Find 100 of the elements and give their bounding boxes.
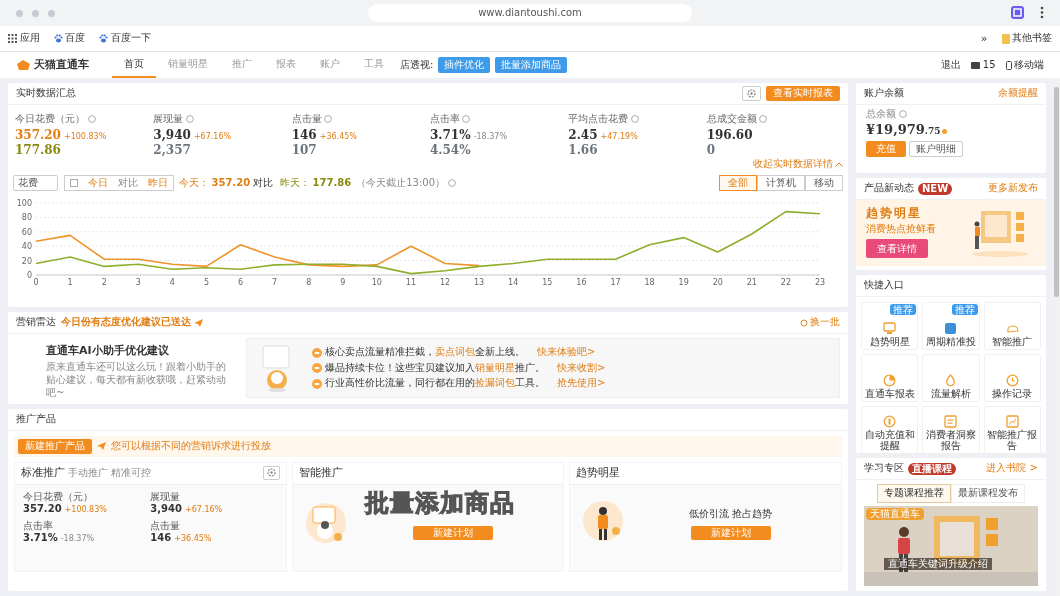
help-icon[interactable] <box>87 115 96 124</box>
shortcut-tile[interactable]: 智能推广 <box>983 302 1041 350</box>
message-count: 15 <box>982 58 996 72</box>
pie-chart-icon <box>883 373 897 387</box>
shortcut-label: 智能推广报告 <box>986 430 1039 451</box>
paper-plane-icon <box>194 318 203 327</box>
axis-label: 15 <box>542 278 553 287</box>
paw-icon <box>99 34 108 43</box>
axis-label: 17 <box>610 278 621 287</box>
help-icon[interactable] <box>324 115 333 124</box>
metric-change: +100.83% <box>63 132 107 142</box>
summary-note: （今天截止13:00） <box>356 176 445 189</box>
message-icon[interactable] <box>971 61 981 69</box>
status-dot-icon <box>942 128 948 134</box>
date-label: 今日 <box>87 176 108 189</box>
shortcut-tile[interactable]: 消费者洞察报告 <box>922 406 980 454</box>
metric-label: 点击量 <box>291 113 322 126</box>
summary-value: 177.86 <box>312 176 352 189</box>
gear-icon <box>266 468 276 478</box>
metric-change: +36.45% <box>174 534 212 544</box>
panel-title: 推广产品 <box>16 413 56 426</box>
notice-text: 您可以根据不同的营销诉求进行投放 <box>111 440 271 453</box>
metric-value: 357.20 <box>15 128 61 143</box>
metric-value: 3,940 <box>153 128 191 143</box>
shortcut-tile[interactable]: 推荐 趋势明星 <box>861 302 919 350</box>
shortcut-tile[interactable]: 智能推广报告 <box>983 406 1041 454</box>
course-tab[interactable]: 最新课程发布 <box>951 484 1025 503</box>
phone-icon[interactable] <box>1005 60 1012 70</box>
bookmark-link[interactable]: 百度一下 <box>110 32 151 45</box>
help-icon[interactable] <box>759 115 768 124</box>
menu-icon[interactable] <box>1040 6 1044 19</box>
more-bookmarks-button[interactable]: » <box>980 31 988 46</box>
metric-label: 今日花费（元） <box>23 490 94 503</box>
card-title: 标准推广 <box>21 466 65 480</box>
metric-change: +47.19% <box>600 132 638 142</box>
axis-label: 6 <box>237 278 244 287</box>
metric-previous: 177.86 <box>15 143 61 157</box>
axis-label: 19 <box>678 278 689 287</box>
metric-dropdown[interactable]: 花费 <box>13 174 58 191</box>
axis-label: 0 <box>26 271 32 280</box>
extension-icon[interactable] <box>1011 6 1024 19</box>
address-bar[interactable]: www.diantoushi.com <box>368 4 692 22</box>
account-details-button[interactable]: 账户明细 <box>908 140 963 158</box>
axis-label: 18 <box>644 278 655 287</box>
recommend-badge: 推荐 <box>890 304 917 315</box>
settings-button[interactable] <box>262 465 280 481</box>
device-tab[interactable]: 计算机 <box>757 174 805 191</box>
axis-label: 12 <box>439 278 451 287</box>
shop-label: 店透视: <box>400 58 434 72</box>
axis-label: 21 <box>746 278 757 287</box>
device-tab[interactable]: 移动 <box>805 174 843 191</box>
metric-value: 2.45 <box>568 128 598 143</box>
caret-icon[interactable] <box>835 161 843 167</box>
metric-label: 展现量 <box>153 113 184 126</box>
help-icon[interactable] <box>462 115 471 124</box>
shortcut-tile[interactable]: 流量解析 <box>922 354 980 402</box>
axis-label: 14 <box>508 278 519 287</box>
axis-label: 0 <box>33 278 39 287</box>
help-icon[interactable] <box>447 178 456 187</box>
bookmark-link[interactable]: 应用 <box>19 32 40 45</box>
axis-label: 11 <box>405 278 417 287</box>
refresh-icon[interactable] <box>799 318 808 327</box>
shortcut-tile[interactable]: 推荐 周期精准投 <box>922 302 980 350</box>
paw-icon <box>53 34 63 43</box>
banner-button[interactable]: 查看详情 <box>866 238 928 258</box>
slogan-text: 低价引流 抢占趋势 <box>689 508 773 521</box>
calendar-icon[interactable] <box>69 178 78 187</box>
window-control[interactable] <box>16 10 23 17</box>
metric-label: 点击量 <box>150 519 182 532</box>
logout-link[interactable]: 退出 <box>941 58 962 72</box>
bookmark-link[interactable]: 百度 <box>65 32 85 45</box>
settings-button[interactable] <box>742 86 761 101</box>
metric-change: -18.37% <box>60 534 95 544</box>
scrollbar[interactable] <box>1053 79 1060 596</box>
card-title: 趋势明星 <box>576 466 621 480</box>
shortcut-tile[interactable]: 直通车报表 <box>861 354 919 402</box>
shortcut-label: 趋势明星 <box>869 336 910 347</box>
window-control[interactable] <box>32 10 39 17</box>
help-icon[interactable] <box>630 115 639 124</box>
metric-value: 357.20 <box>23 503 62 516</box>
tip-text: 爆品持续卡位！这些宝贝建议加入销量明星推广。 <box>324 361 545 375</box>
video-caption: 批量添加商品 <box>365 488 515 518</box>
mobile-link[interactable]: 移动端 <box>1014 58 1044 72</box>
live-badge: 直播课程 <box>908 462 956 475</box>
shortcut-tile[interactable]: 自动充值和提醒 <box>861 406 919 454</box>
window-control[interactable] <box>48 10 55 17</box>
panel-title: 快捷入口 <box>864 279 904 292</box>
course-tab[interactable]: 专题课程推荐 <box>877 484 951 503</box>
monitor-icon <box>883 321 897 335</box>
tip-text: 行业高性价比流量，同行都在用的捡漏词包工具。 <box>324 377 545 390</box>
bookmark-folder[interactable]: 其他书签 <box>1012 32 1052 45</box>
balance-amount: ¥19,979 <box>866 121 925 138</box>
assistant-title: 直通车AI小助手优化建议 <box>46 344 170 358</box>
shortcut-tile[interactable]: 操作记录 <box>983 354 1041 402</box>
metric-previous: 1.66 <box>568 143 598 157</box>
shortcut-label: 自动充值和提醒 <box>863 430 916 451</box>
axis-label: 100 <box>16 199 32 208</box>
help-icon[interactable] <box>898 110 907 119</box>
help-icon[interactable] <box>185 115 194 124</box>
apps-icon <box>8 34 17 43</box>
